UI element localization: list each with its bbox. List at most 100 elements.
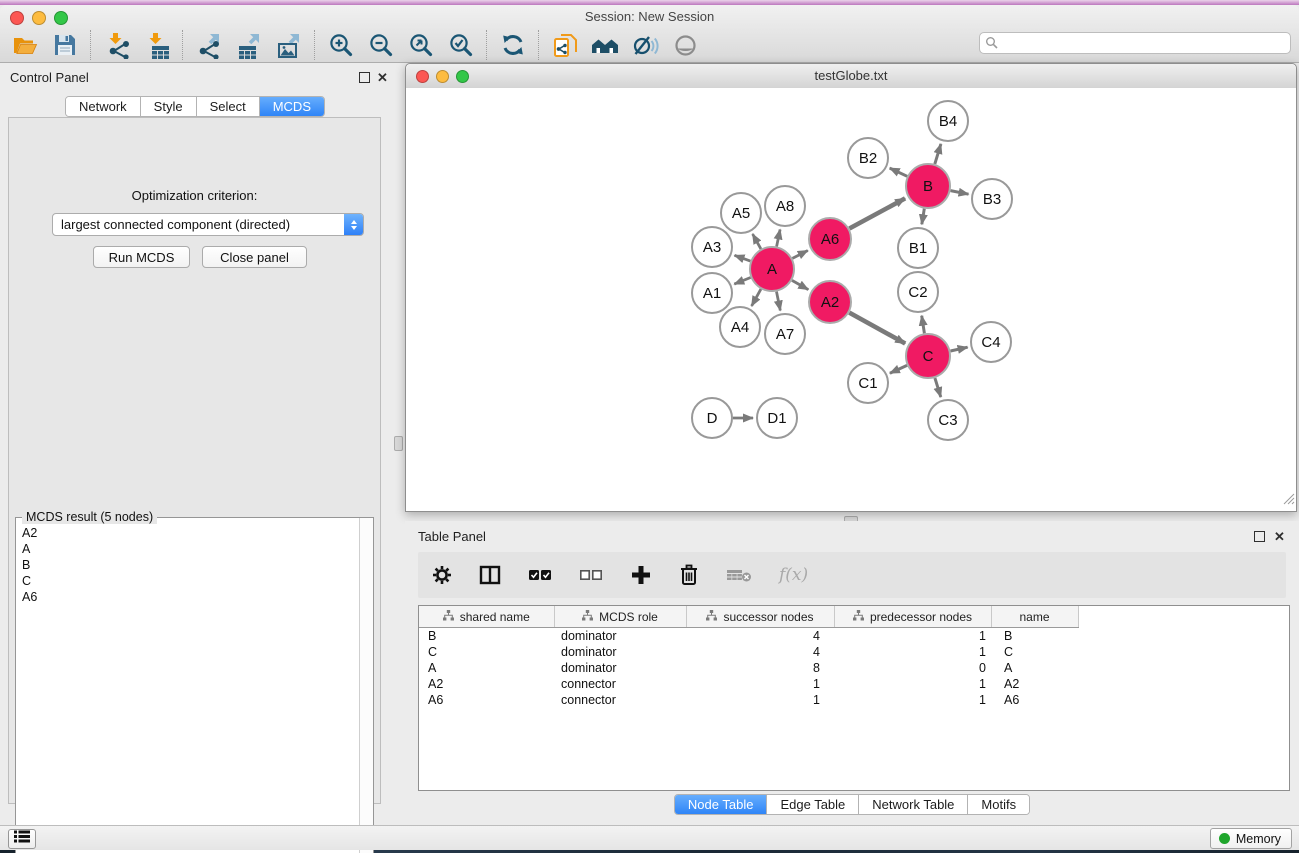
task-history-button[interactable]	[8, 829, 36, 849]
mcds-result-item[interactable]: A6	[22, 589, 357, 605]
mcds-result-item[interactable]: A	[22, 541, 357, 557]
float-panel-icon[interactable]	[359, 72, 370, 83]
mcds-result-item[interactable]: B	[22, 557, 357, 573]
export-image-icon[interactable]	[274, 31, 304, 59]
vertical-splitter-handle[interactable]	[394, 436, 403, 451]
delete-columns-trash-icon[interactable]	[679, 564, 699, 586]
resize-grip-icon[interactable]	[1281, 491, 1295, 510]
mcds-result-item[interactable]: C	[22, 573, 357, 589]
select-all-columns-icon[interactable]	[528, 568, 552, 582]
export-table-icon[interactable]	[234, 31, 264, 59]
zoom-out-icon[interactable]	[366, 31, 396, 59]
edge-A-A2[interactable]	[792, 280, 808, 289]
run-mcds-button[interactable]: Run MCDS	[93, 246, 190, 268]
cell-filler	[1078, 644, 1289, 660]
close-panel-button[interactable]: Close panel	[202, 246, 307, 268]
edge-A-A1[interactable]	[734, 278, 750, 285]
tab-mcds[interactable]: MCDS	[260, 97, 324, 116]
table-panel: Table Panel ✕	[405, 521, 1299, 825]
edge-A2-C[interactable]	[849, 313, 905, 344]
desktop: Session: New Session	[0, 0, 1299, 853]
node-table[interactable]: shared nameMCDS rolesuccessor nodesprede…	[418, 605, 1290, 791]
split-panel-icon[interactable]	[479, 565, 501, 585]
column-header-predecessor-nodes[interactable]: predecessor nodes	[834, 606, 991, 628]
network-window-title: testGlobe.txt	[406, 68, 1296, 83]
function-builder-icon[interactable]: f(x)	[779, 565, 808, 585]
table-row[interactable]: Bdominator41B	[419, 628, 1289, 645]
tab-select[interactable]: Select	[197, 97, 260, 116]
import-network-icon[interactable]	[102, 31, 132, 59]
table-row[interactable]: Adominator80A	[419, 660, 1289, 676]
node-label-B1: B1	[909, 240, 927, 257]
window-title: Session: New Session	[0, 9, 1299, 24]
show-all-views-icon[interactable]	[590, 31, 620, 59]
column-header-name[interactable]: name	[991, 606, 1078, 628]
open-session-icon[interactable]	[10, 31, 40, 59]
zoom-in-icon[interactable]	[326, 31, 356, 59]
edge-C-C2[interactable]	[922, 316, 925, 334]
titlebar[interactable]: Session: New Session	[0, 5, 1299, 28]
node-label-A: A	[767, 261, 777, 278]
delete-table-icon[interactable]	[726, 567, 752, 583]
network-graph[interactable]: B4B2BB3A5A8A6A3B1AA1C2A2A4A7CC4C1C3DD1	[406, 88, 1296, 511]
settings-gear-icon[interactable]	[432, 565, 452, 585]
node-label-C: C	[923, 348, 934, 365]
column-header-successor-nodes[interactable]: successor nodes	[686, 606, 834, 628]
tab-style[interactable]: Style	[141, 97, 197, 116]
table-toolbar: f(x)	[418, 552, 1286, 598]
edge-C-C1[interactable]	[890, 365, 907, 373]
edge-A-A7[interactable]	[777, 292, 781, 311]
refresh-view-icon[interactable]	[498, 31, 528, 59]
network-window-titlebar[interactable]: testGlobe.txt	[406, 64, 1296, 89]
edge-A-A8[interactable]	[777, 230, 781, 247]
node-label-D: D	[707, 410, 718, 427]
search-input[interactable]	[979, 32, 1291, 54]
column-type-icon	[443, 610, 454, 624]
tab-motifs[interactable]: Motifs	[968, 795, 1029, 814]
table-row[interactable]: A6connector11A6	[419, 692, 1289, 708]
edge-A6-B[interactable]	[849, 198, 905, 228]
edge-A-A3[interactable]	[735, 255, 751, 261]
tab-network-table[interactable]: Network Table	[859, 795, 968, 814]
edge-A-A5[interactable]	[753, 234, 761, 249]
column-type-icon	[582, 610, 593, 624]
table-row[interactable]: A2connector11A2	[419, 676, 1289, 692]
close-panel-icon[interactable]: ✕	[377, 71, 388, 84]
zoom-selected-icon[interactable]	[446, 31, 476, 59]
result-scrollbar[interactable]	[359, 518, 373, 853]
cell: C	[991, 644, 1078, 660]
edge-B-B2[interactable]	[890, 168, 908, 176]
tab-network[interactable]: Network	[66, 97, 141, 116]
edge-B-B3[interactable]	[951, 191, 969, 195]
edge-B-B1[interactable]	[922, 209, 925, 225]
add-column-icon[interactable]	[630, 564, 652, 586]
close-table-panel-icon[interactable]: ✕	[1274, 530, 1285, 543]
column-header-shared-name[interactable]: shared name	[419, 606, 554, 628]
unselect-all-columns-icon[interactable]	[579, 568, 603, 582]
memory-button[interactable]: Memory	[1210, 828, 1292, 849]
edge-A-A4[interactable]	[752, 289, 761, 306]
float-table-panel-icon[interactable]	[1254, 531, 1265, 542]
hide-graphics-details-icon[interactable]	[630, 31, 660, 59]
edge-C-C3[interactable]	[935, 378, 941, 397]
table-row[interactable]: Cdominator41C	[419, 644, 1289, 660]
show-graphics-details-icon[interactable]	[670, 31, 700, 59]
cell-filler	[1078, 676, 1289, 692]
search-container	[979, 32, 1291, 54]
edge-B-B4[interactable]	[935, 144, 941, 164]
save-session-icon[interactable]	[50, 31, 80, 59]
edge-A-A6[interactable]	[792, 251, 807, 259]
cell: dominator	[554, 644, 686, 660]
tab-node-table[interactable]: Node Table	[675, 795, 768, 814]
cell: connector	[554, 692, 686, 708]
edge-C-C4[interactable]	[951, 347, 968, 351]
import-table-icon[interactable]	[142, 31, 172, 59]
mcds-result-item[interactable]: A2	[22, 525, 357, 541]
criterion-dropdown[interactable]: largest connected component (directed)	[52, 213, 364, 236]
zoom-fit-icon[interactable]	[406, 31, 436, 59]
tab-edge-table[interactable]: Edge Table	[767, 795, 859, 814]
network-canvas[interactable]: B4B2BB3A5A8A6A3B1AA1C2A2A4A7CC4C1C3DD1	[406, 88, 1296, 511]
export-network-icon[interactable]	[194, 31, 224, 59]
duplicate-network-view-icon[interactable]	[550, 31, 580, 59]
column-header-MCDS-role[interactable]: MCDS role	[554, 606, 686, 628]
